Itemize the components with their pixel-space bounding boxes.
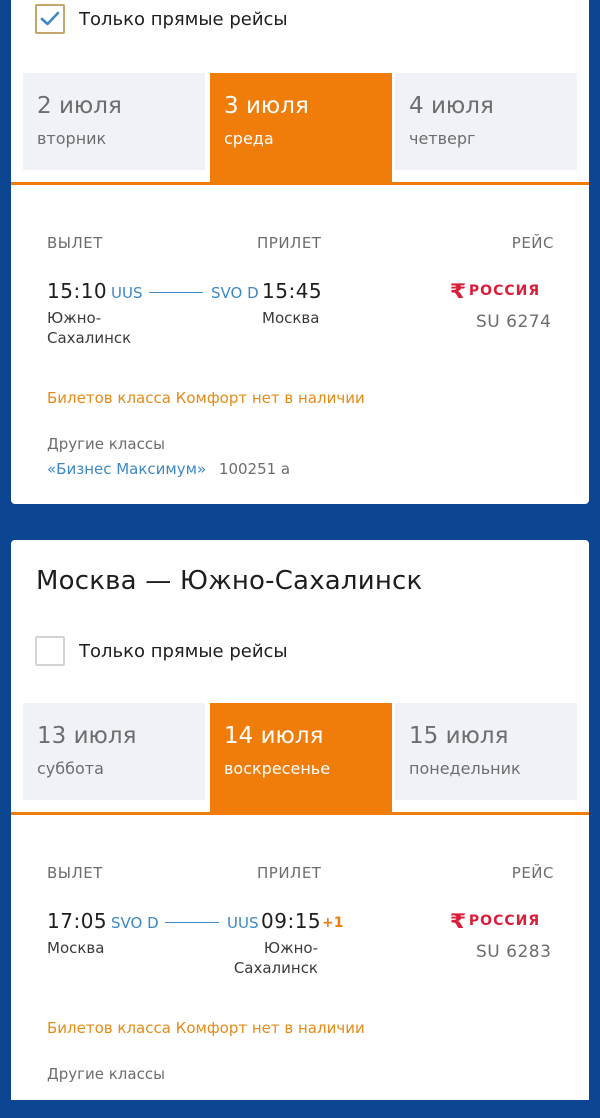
arrival-time: 15:45 [262,279,323,303]
check-icon [40,11,60,26]
date-tab-date: 3 июля [224,93,309,119]
arrival-header: ПРИЛЕТ [257,864,322,882]
airline-name: РОССИЯ [468,283,541,299]
next-day-badge: +1 [322,915,344,931]
date-tab-active[interactable]: 3 июля среда [210,73,392,182]
flight-number: SU 6274 [476,312,552,332]
rossiya-logo-icon: ₹ [449,279,467,303]
arrival-airport-code: UUS [227,914,259,932]
arrival-header: ПРИЛЕТ [257,234,322,252]
arrival-city: Москва [262,309,320,327]
date-tab-weekday: воскресенье [224,759,331,778]
airline-logo: ₹ РОССИЯ [449,279,541,303]
departure-header: ВЫЛЕТ [47,234,103,252]
departure-city: Южно- Сахалинск [47,308,131,348]
direct-only-label: Только прямые рейсы [79,640,288,662]
flight-header: РЕЙС [511,864,554,882]
direct-only-checkbox[interactable] [35,636,65,666]
outbound-card: Только прямые рейсы 2 июля вторник 3 июл… [11,0,589,504]
departure-header: ВЫЛЕТ [47,864,103,882]
date-tab-weekday: суббота [37,759,104,778]
date-tab-weekday: четверг [409,129,476,148]
arrival-city-line: Южно- [263,939,318,957]
route-line [149,292,203,293]
direct-only-toggle[interactable]: Только прямые рейсы [35,636,288,666]
departure-airport-code: UUS [111,284,143,302]
departure-city-line: Сахалинск [47,329,132,347]
rossiya-logo-icon: ₹ [449,909,467,933]
date-tabs: 13 июля суббота 14 июля воскресенье 15 и… [11,703,589,815]
route-title: Москва — Южно-Сахалинск [36,566,423,596]
date-tab-date: 14 июля [224,723,324,749]
date-tab-weekday: среда [224,129,274,148]
date-tab[interactable]: 2 июля вторник [23,73,205,170]
date-tab[interactable]: 4 июля четверг [395,73,577,170]
departure-time: 15:10 [47,279,108,303]
flight-header: РЕЙС [511,234,554,252]
availability-notice: Билетов класса Комфорт нет в наличии [47,1019,365,1037]
route-line [165,922,219,923]
arrival-city-line: Сахалинск [233,959,318,977]
departure-city-line: Южно- [47,309,102,327]
date-tab[interactable]: 13 июля суббота [23,703,205,800]
other-classes-label: Другие классы [47,435,165,453]
arrival-city: Южно- Сахалинск [211,938,318,978]
date-tab-date: 13 июля [37,723,137,749]
airline-name: РОССИЯ [468,913,541,929]
date-tab-date: 2 июля [37,93,122,119]
arrival-time: 09:15 [261,909,322,933]
flight-number: SU 6283 [476,942,552,962]
date-tabs: 2 июля вторник 3 июля среда 4 июля четве… [11,73,589,185]
date-tab-weekday: понедельник [409,759,521,778]
departure-city: Москва [47,939,105,957]
other-classes-label: Другие классы [47,1065,165,1083]
date-tab-date: 4 июля [409,93,494,119]
airline-logo: ₹ РОССИЯ [449,909,541,933]
direct-only-checkbox[interactable] [35,4,65,34]
other-class-price: 100251 a [218,460,291,478]
arrival-airport-code: SVO D [211,284,259,302]
direct-only-toggle[interactable]: Только прямые рейсы [35,4,288,34]
availability-notice: Билетов класса Комфорт нет в наличии [47,389,365,407]
direct-only-label: Только прямые рейсы [79,8,288,30]
other-class-option[interactable]: «Бизнес Максимум» 100251 a [47,460,290,478]
departure-time: 17:05 [47,909,108,933]
date-tab-active[interactable]: 14 июля воскресенье [210,703,392,812]
departure-airport-code: SVO D [111,914,159,932]
date-tab-weekday: вторник [37,129,107,148]
return-card: Москва — Южно-Сахалинск Только прямые ре… [11,540,589,1100]
date-tab[interactable]: 15 июля понедельник [395,703,577,800]
other-class-link[interactable]: «Бизнес Максимум» [47,460,206,478]
date-tab-date: 15 июля [409,723,509,749]
